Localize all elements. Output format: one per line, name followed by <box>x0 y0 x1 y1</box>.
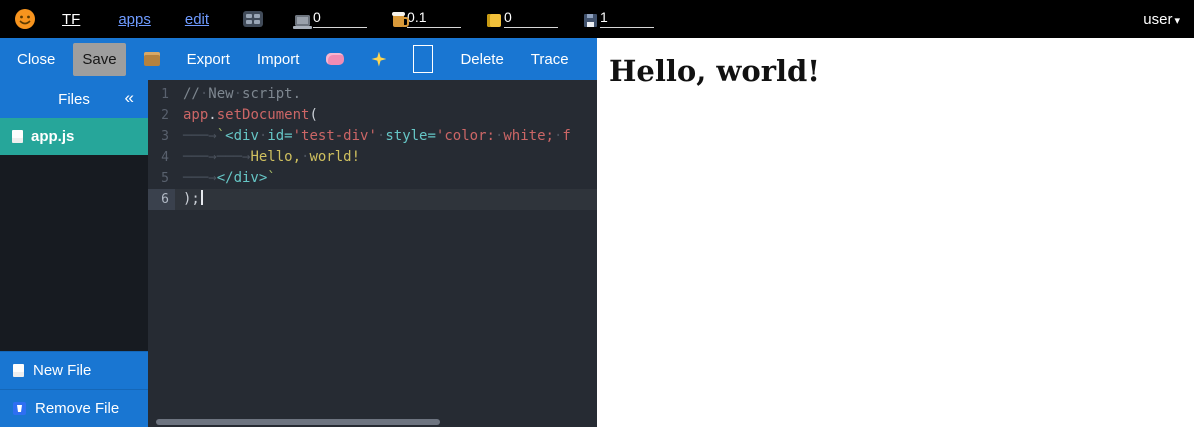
files-panel-spacer <box>0 155 148 351</box>
code-line-content: //·New·script. <box>175 84 597 105</box>
floppy-disk-icon <box>584 14 597 27</box>
soap-button[interactable] <box>317 45 353 73</box>
floppy-stat-input[interactable]: 1 <box>584 10 654 28</box>
horizontal-scrollbar-thumb[interactable] <box>156 419 440 425</box>
code-line-content: ───→───→Hello,·world! <box>175 147 597 168</box>
line-number[interactable]: 3 <box>148 126 175 147</box>
line-number[interactable]: 5 <box>148 168 175 189</box>
file-name: app.js <box>31 128 74 145</box>
remove-file-label: Remove File <box>35 400 119 417</box>
text-cursor <box>201 190 203 205</box>
trace-button[interactable]: Trace <box>522 43 578 76</box>
package-button[interactable] <box>135 44 169 74</box>
file-item-appjs[interactable]: app.js <box>0 118 148 155</box>
devil-smiley-icon <box>14 8 36 30</box>
line-number[interactable]: 1 <box>148 84 175 105</box>
editor-toolbar: Close Save Export Import Delete Trace <box>0 38 597 80</box>
code-area: 1//·New·script.2app.setDocument(3───→`<d… <box>148 84 597 210</box>
code-line-content: ───→`<div·id='test-div'·style='color:·wh… <box>175 126 597 147</box>
new-file-label: New File <box>33 362 91 379</box>
file-page-icon <box>12 130 23 143</box>
top-menubar: TF apps edit 0 0.1 0 1 user▾ <box>0 0 1194 38</box>
line-number[interactable]: 6 <box>148 189 175 210</box>
sparkles-button[interactable] <box>362 44 395 75</box>
brand-link-tf[interactable]: TF <box>62 11 80 28</box>
files-panel-header: Files « <box>0 80 148 118</box>
devil-smiley-logo[interactable] <box>14 8 36 30</box>
preview-heading: Hello, world! <box>609 54 1194 88</box>
delete-button[interactable]: Delete <box>451 43 512 76</box>
stat-value[interactable]: 0 <box>313 10 367 28</box>
code-line[interactable]: 6); <box>148 189 597 210</box>
code-line[interactable]: 3───→`<div·id='test-div'·style='color:·w… <box>148 126 597 147</box>
export-button[interactable]: Export <box>178 43 239 76</box>
preview-pane: Hello, world! <box>597 38 1194 427</box>
files-panel: Files « app.js New File Remove File <box>0 80 148 427</box>
line-number[interactable]: 4 <box>148 147 175 168</box>
coin-icon <box>487 14 501 27</box>
code-line[interactable]: 1//·New·script. <box>148 84 597 105</box>
missing-glyph-button[interactable] <box>404 37 442 81</box>
user-menu-label: user <box>1143 11 1172 28</box>
code-line[interactable]: 2app.setDocument( <box>148 105 597 126</box>
code-line-content: ───→</div>` <box>175 168 597 189</box>
user-menu[interactable]: user▾ <box>1143 11 1180 28</box>
stat-value[interactable]: 0 <box>504 10 558 28</box>
new-file-page-icon <box>13 364 24 377</box>
soap-icon <box>326 53 344 65</box>
missing-glyph-icon <box>413 45 433 73</box>
laptop-stat-input[interactable]: 0 <box>295 10 367 28</box>
remove-file-button[interactable]: Remove File <box>0 389 148 427</box>
coin-stat-input[interactable]: 0 <box>487 10 558 28</box>
litter-bin-icon <box>13 402 26 415</box>
sparkles-icon <box>371 52 386 67</box>
stat-value[interactable]: 1 <box>600 10 654 28</box>
collapse-sidebar-button[interactable]: « <box>125 88 134 108</box>
beer-stat-input[interactable]: 0.1 <box>393 10 461 28</box>
save-button[interactable]: Save <box>73 43 125 76</box>
code-line-content: ); <box>175 189 597 210</box>
import-button[interactable]: Import <box>248 43 309 76</box>
code-line[interactable]: 4───→───→Hello,·world! <box>148 147 597 168</box>
nav-link-edit[interactable]: edit <box>185 11 209 28</box>
package-icon <box>144 52 160 66</box>
code-line-content: app.setDocument( <box>175 105 597 126</box>
laptop-icon <box>295 15 310 26</box>
apps-grid-icon[interactable] <box>243 11 263 27</box>
line-number[interactable]: 2 <box>148 105 175 126</box>
code-editor[interactable]: 1//·New·script.2app.setDocument(3───→`<d… <box>148 80 597 427</box>
stat-value[interactable]: 0.1 <box>407 10 461 28</box>
nav-link-apps[interactable]: apps <box>118 11 151 28</box>
new-file-button[interactable]: New File <box>0 351 148 389</box>
close-button[interactable]: Close <box>8 43 64 76</box>
beer-mug-icon <box>393 15 404 27</box>
chevron-down-icon: ▾ <box>1174 15 1180 27</box>
code-line[interactable]: 5───→</div>` <box>148 168 597 189</box>
